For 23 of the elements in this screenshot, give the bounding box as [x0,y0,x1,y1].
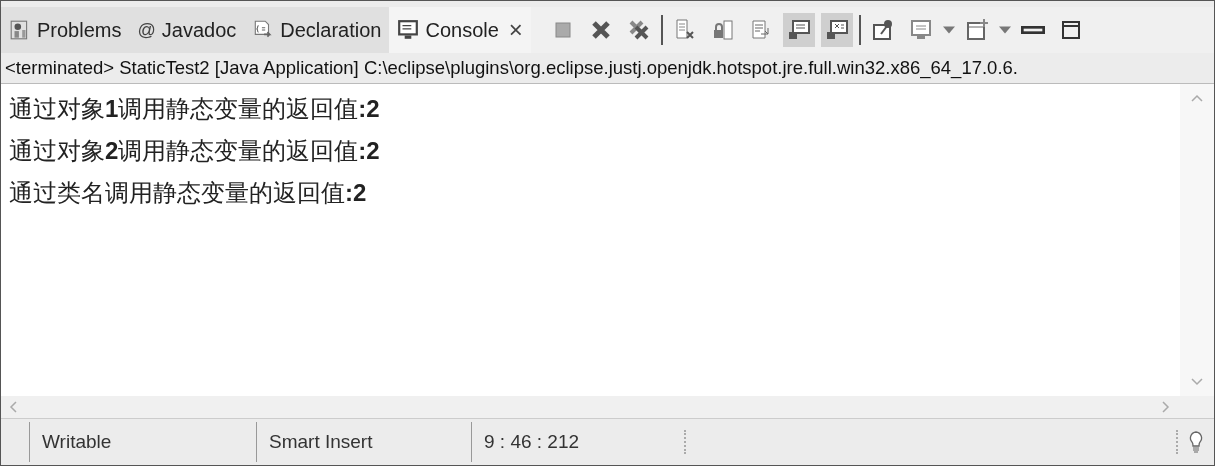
show-error-button[interactable] [820,13,853,47]
console-output-line: 通过对象2调用静态变量的返回值:2 [9,136,381,166]
view-tab[interactable]: Console × [389,7,531,53]
view-tab[interactable]: Problems [1,7,130,53]
show-output-button[interactable] [782,13,815,47]
monitor-icon [397,19,420,41]
window-pin-icon [870,18,895,42]
dropdown-caret-icon[interactable] [998,26,1011,34]
monitor-icon [908,18,933,42]
monitor-icon [786,18,811,42]
close-icon[interactable]: × [508,16,523,44]
status-field: 9 : 46 : 212 [484,431,580,453]
status-field: Writable [42,431,112,453]
view-tab[interactable]: Declaration [244,7,390,53]
at-icon: @ [137,19,156,41]
lightbulb-icon[interactable] [1188,430,1204,454]
console-output-line: 通过对象1调用静态变量的返回值:2 [9,94,381,124]
console-output-line: 通过类名调用静态变量的返回值:2 [9,178,368,208]
view-tab[interactable]: @ Javadoc [129,7,245,53]
minimize-icon [1020,26,1045,34]
status-field: Smart Insert [269,431,373,453]
dropdown-caret-icon[interactable] [942,26,955,34]
monitor-x-icon [824,18,849,42]
